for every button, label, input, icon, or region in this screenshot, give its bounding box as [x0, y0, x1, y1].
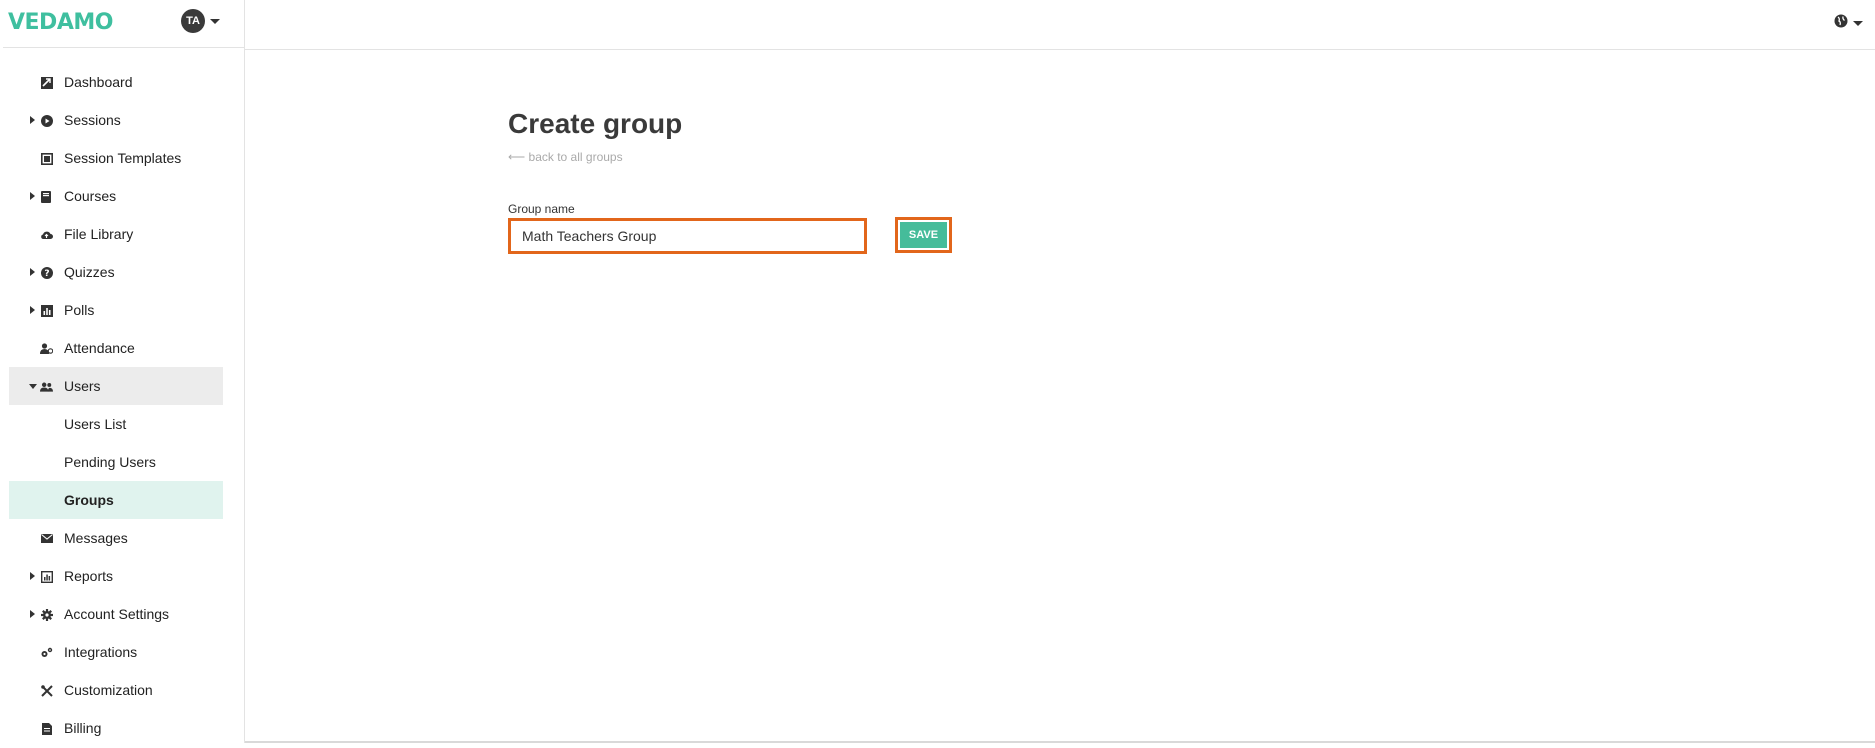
book-icon	[40, 190, 53, 203]
dashboard-icon	[40, 76, 53, 89]
sidebar-item-account-settings[interactable]: Account Settings	[9, 595, 223, 633]
sidebar-item-label: Messages	[64, 530, 128, 546]
sidebar-item-pending-users[interactable]: Pending Users	[9, 443, 223, 481]
play-circle-icon	[40, 114, 53, 127]
group-name-input[interactable]	[508, 218, 867, 254]
back-to-groups-link[interactable]: ⟵ back to all groups	[508, 150, 623, 164]
sidebar-item-label: Attendance	[64, 340, 135, 356]
sidebar: VEDAMO TA Dashboard Sessions Session Tem…	[3, 0, 245, 743]
sidebar-item-label: Billing	[64, 720, 102, 736]
users-icon	[40, 380, 53, 393]
app-window: VEDAMO TA Dashboard Sessions Session Tem…	[3, 0, 1875, 743]
save-button[interactable]: SAVE	[900, 222, 947, 248]
sidebar-item-messages[interactable]: Messages	[9, 519, 223, 557]
sidebar-item-users[interactable]: Users	[9, 367, 223, 405]
tools-icon	[40, 684, 53, 697]
brand-logo[interactable]: VEDAMO	[8, 8, 113, 36]
template-icon	[40, 152, 53, 165]
sidebar-item-quizzes[interactable]: ? Quizzes	[9, 253, 223, 291]
sidebar-item-label: Users List	[64, 416, 127, 432]
svg-text:?: ?	[44, 269, 49, 279]
globe-icon	[1834, 14, 1848, 33]
sidebar-item-file-library[interactable]: File Library	[9, 215, 223, 253]
chevron-right-icon	[30, 572, 35, 580]
envelope-icon	[40, 532, 53, 545]
sidebar-item-sessions[interactable]: Sessions	[9, 101, 223, 139]
poll-chart-icon	[40, 304, 53, 317]
chevron-right-icon	[30, 268, 35, 276]
sidebar-item-customization[interactable]: Customization	[9, 671, 223, 709]
sidebar-item-polls[interactable]: Polls	[9, 291, 223, 329]
gear-icon	[40, 608, 53, 621]
sidebar-item-groups[interactable]: Groups	[9, 481, 223, 519]
avatar: TA	[181, 9, 205, 33]
sidebar-item-attendance[interactable]: Attendance	[9, 329, 223, 367]
language-menu[interactable]	[1834, 14, 1863, 33]
sidebar-item-label: Integrations	[64, 644, 138, 660]
chevron-down-icon	[29, 384, 37, 389]
sidebar-item-label: File Library	[64, 226, 134, 242]
sidebar-nav: Dashboard Sessions Session Templates Cou…	[9, 63, 223, 747]
chevron-down-icon	[210, 18, 220, 24]
sidebar-item-label: Account Settings	[64, 606, 170, 622]
invoice-icon	[40, 722, 53, 735]
sidebar-item-label: Quizzes	[64, 264, 115, 280]
sidebar-item-label: Dashboard	[64, 74, 133, 90]
brand-name: VEDAMO	[8, 9, 113, 35]
topbar	[245, 0, 1875, 50]
save-button-highlight: SAVE	[895, 217, 952, 253]
sidebar-item-label: Courses	[64, 188, 117, 204]
cloud-upload-icon	[40, 228, 53, 241]
sidebar-item-label: Pending Users	[64, 454, 156, 470]
cogs-icon	[40, 646, 53, 659]
sidebar-item-label: Polls	[64, 302, 95, 318]
user-menu[interactable]: TA	[181, 9, 220, 33]
sidebar-divider	[3, 47, 245, 48]
sidebar-item-users-list[interactable]: Users List	[9, 405, 223, 443]
sidebar-item-label: Session Templates	[64, 150, 182, 166]
sidebar-item-label: Groups	[64, 492, 114, 508]
sidebar-item-label: Reports	[64, 568, 114, 584]
sidebar-item-courses[interactable]: Courses	[9, 177, 223, 215]
sidebar-item-label: Users	[64, 378, 101, 394]
group-name-label: Group name	[508, 202, 575, 216]
report-chart-icon	[40, 570, 53, 583]
sidebar-item-label: Customization	[64, 682, 153, 698]
sidebar-item-label: Sessions	[64, 112, 121, 128]
sidebar-item-billing[interactable]: Billing	[9, 709, 223, 747]
sidebar-item-dashboard[interactable]: Dashboard	[9, 63, 223, 101]
sidebar-item-session-templates[interactable]: Session Templates	[9, 139, 223, 177]
page-title: Create group	[508, 108, 683, 139]
question-circle-icon: ?	[40, 266, 53, 279]
chevron-down-icon	[1853, 21, 1863, 26]
chevron-right-icon	[30, 192, 35, 200]
main-content: Create group ⟵ back to all groups Group …	[245, 51, 1875, 741]
chevron-right-icon	[30, 610, 35, 618]
sidebar-item-integrations[interactable]: Integrations	[9, 633, 223, 671]
user-check-icon	[40, 342, 53, 355]
chevron-right-icon	[30, 116, 35, 124]
sidebar-item-reports[interactable]: Reports	[9, 557, 223, 595]
chevron-right-icon	[30, 306, 35, 314]
